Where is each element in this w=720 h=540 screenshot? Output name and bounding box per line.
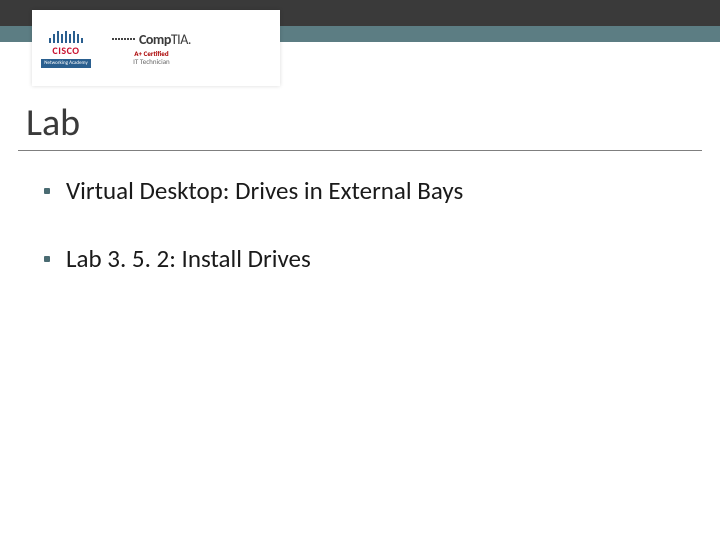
bullet-icon [44, 188, 50, 194]
content-area: Virtual Desktop: Drives in External Bays… [44, 176, 674, 312]
cisco-logo: CISCO Networking Academy [38, 29, 94, 68]
cisco-logo-icon [49, 29, 83, 43]
slide-title: Lab [26, 100, 80, 146]
list-item: Virtual Desktop: Drives in External Bays [44, 176, 674, 206]
bullet-text: Lab 3. 5. 2: Install Drives [66, 244, 311, 274]
bullet-icon [44, 256, 50, 262]
comptia-logo-text: CompTIA. [139, 31, 191, 48]
logo-container: CISCO Networking Academy CompTIA. A+ Cer… [32, 10, 280, 86]
comptia-brand-comp: Comp [139, 31, 171, 48]
cisco-logo-text: CISCO [52, 44, 79, 57]
cisco-logo-subtext: Networking Academy [41, 59, 90, 68]
comptia-dots-icon [112, 38, 135, 40]
bullet-text: Virtual Desktop: Drives in External Bays [66, 176, 463, 206]
comptia-logo: CompTIA. A+ Certified IT Technician [112, 31, 191, 65]
comptia-cert-line2: IT Technician [133, 57, 170, 66]
comptia-brand-tia: TIA. [171, 31, 191, 48]
title-underline [18, 150, 702, 151]
slide: CISCO Networking Academy CompTIA. A+ Cer… [0, 0, 720, 540]
list-item: Lab 3. 5. 2: Install Drives [44, 244, 674, 274]
comptia-cert-text: A+ Certified IT Technician [133, 50, 170, 65]
